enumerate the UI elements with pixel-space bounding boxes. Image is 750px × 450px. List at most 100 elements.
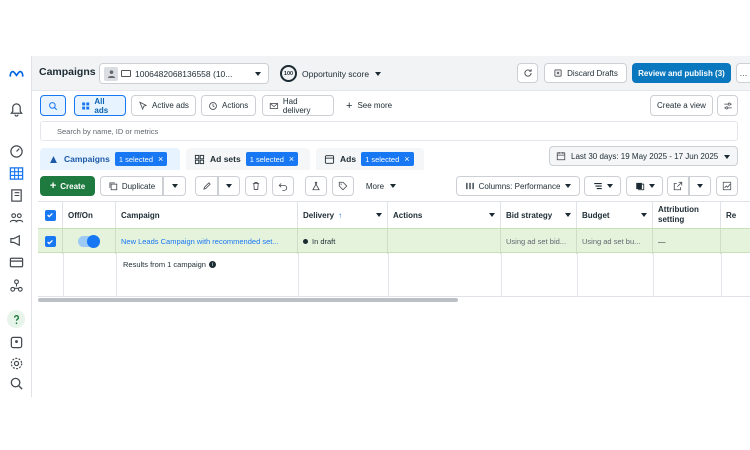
edit-button[interactable] [195,176,218,196]
column-header-budget[interactable]: Budget [577,202,653,228]
undo-button[interactable] [272,176,294,196]
column-header-off-on[interactable]: Off/On [63,202,116,228]
chevron-down-icon [641,213,647,217]
bell-icon[interactable] [7,100,25,118]
filter-all-ads[interactable]: All ads [74,95,126,116]
events-manager-icon[interactable] [7,276,25,294]
table-grid-icon[interactable] [7,164,25,182]
edit-dropdown[interactable] [218,176,240,196]
ads-window-icon [324,154,335,164]
meta-logo-icon[interactable] [7,64,25,82]
filter-active-ads[interactable]: Active ads [131,95,196,116]
see-more-button[interactable]: + See more [340,95,400,116]
chevron-down-icon [489,213,495,217]
account-name: 1006482068136558 (10... [135,68,233,79]
horizontal-scrollbar[interactable] [38,298,458,302]
search-icon [49,101,58,110]
filter-actions[interactable]: Actions [201,95,256,116]
results-cell [721,229,750,254]
help-icon[interactable] [7,310,25,328]
export-button[interactable] [667,176,689,196]
tag-icon [338,181,348,191]
tab-ads[interactable]: Ads 1 selected × [316,148,424,170]
tag-button[interactable] [332,176,354,196]
actions-icon [209,101,217,110]
settings-gear-icon[interactable] [7,354,25,372]
column-header-results[interactable]: Re [721,202,750,228]
search-icon[interactable] [7,374,25,392]
breakdown-button[interactable] [584,176,621,196]
tab-ads-badge[interactable]: 1 selected × [361,152,414,166]
checkmark-icon [47,212,53,218]
search-toggle-button[interactable] [40,95,66,116]
opportunity-score-label: Opportunity score [302,68,370,79]
dashboard-gauge-icon[interactable] [7,142,25,160]
campaign-name-link[interactable]: New Leads Campaign with recommended set.… [116,229,298,254]
row-checkbox[interactable] [38,229,63,254]
column-header-campaign[interactable]: Campaign [116,202,298,228]
tab-campaigns[interactable]: Campaigns 1 selected × [40,148,180,170]
page-title: Campaigns [39,66,96,78]
billing-card-icon[interactable] [7,253,25,271]
charts-button[interactable] [716,176,738,196]
chevron-down-icon [390,184,397,188]
filter-had-delivery[interactable]: Had delivery [262,95,334,116]
tab-ad-sets[interactable]: Ad sets 1 selected × [186,148,310,170]
report-icon[interactable] [7,333,25,351]
duplicate-dropdown[interactable] [163,176,186,196]
create-button[interactable]: + Create [40,176,95,196]
ad-account-selector[interactable]: 1006482068136558 (10... [99,63,269,84]
columns-icon [465,182,474,190]
attribution-cell: — [653,229,721,254]
view-settings-button[interactable] [717,95,738,116]
results-summary: Results from 1 campaign i [123,260,216,269]
opportunity-score[interactable]: 100 Opportunity score [280,65,382,82]
plus-icon: + [49,180,57,192]
reports-button[interactable] [626,176,663,196]
more-button[interactable]: More [360,176,402,196]
column-header-bid-strategy[interactable]: Bid strategy [501,202,577,228]
book-icon[interactable] [7,186,25,204]
campaign-on-off-toggle[interactable] [78,235,100,248]
select-all-checkbox[interactable] [38,202,63,228]
delete-button[interactable] [245,176,267,196]
left-navigation [0,56,32,397]
table-row[interactable]: New Leads Campaign with recommended set.… [38,228,750,254]
column-header-attribution[interactable]: Attribution setting [653,202,721,228]
search-input[interactable]: Search by name, ID or metrics [40,121,738,141]
tab-campaigns-badge[interactable]: 1 selected × [114,152,168,166]
columns-selector[interactable]: Columns: Performance [456,176,580,196]
account-card-icon [121,70,131,77]
info-icon[interactable]: i [208,261,216,268]
chevron-down-icon [375,71,382,76]
clear-selection-icon: × [404,154,410,164]
pencil-icon [202,182,211,190]
create-view-button[interactable]: Create a view [650,95,713,116]
column-header-delivery[interactable]: Delivery ↑ [298,202,388,228]
sliders-icon [723,102,732,109]
campaigns-flag-icon [50,155,57,163]
chevron-down-icon [171,184,178,188]
duplicate-button[interactable]: Duplicate [100,176,163,196]
campaigns-table: Off/On Campaign Delivery ↑ Actions Bid s… [38,201,750,297]
export-icon [673,181,683,191]
reports-icon [635,182,644,191]
tab-ad-sets-badge[interactable]: 1 selected × [245,152,299,166]
export-dropdown[interactable] [689,176,711,196]
date-range-picker[interactable]: Last 30 days: 19 May 2025 - 17 Jun 2025 [549,146,738,166]
refresh-button[interactable] [517,63,538,83]
chevron-down-icon [697,184,703,188]
row-toggle-cell [63,229,116,254]
ab-test-button[interactable] [305,176,327,196]
megaphone-icon[interactable] [7,231,25,249]
more-options-button[interactable]: … [736,63,750,83]
discard-icon [554,69,562,77]
refresh-icon [523,69,532,77]
column-header-actions[interactable]: Actions [388,202,501,228]
discard-drafts-button[interactable]: Discard Drafts [544,63,627,83]
clear-selection-icon: × [158,154,164,164]
grid-icon [82,101,90,110]
review-and-publish-button[interactable]: Review and publish (3) [632,63,731,83]
audience-people-icon[interactable] [7,208,25,226]
chevron-down-icon [724,155,730,159]
